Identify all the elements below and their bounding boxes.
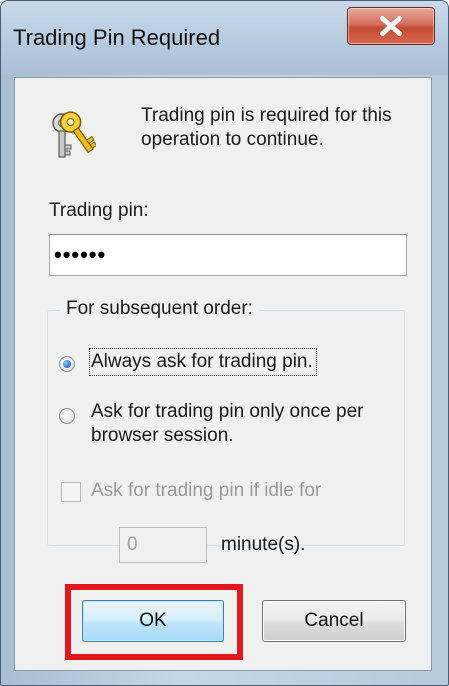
once-per-session-radio[interactable]	[59, 408, 75, 424]
info-message: Trading pin is required for this operati…	[141, 105, 392, 150]
idle-minutes-label: minute(s).	[221, 534, 306, 555]
idle-minutes-input[interactable]: 0	[119, 527, 207, 563]
dialog-window: Trading Pin Required Trading pin is requ…	[0, 0, 449, 686]
keys-icon	[52, 111, 96, 158]
always-ask-radio[interactable]	[59, 356, 75, 372]
dialog-body: Trading pin is required for this operati…	[14, 77, 432, 671]
title-bar[interactable]: Trading Pin Required	[1, 1, 448, 75]
close-icon	[380, 16, 402, 36]
always-ask-label[interactable]: Always ask for trading pin.	[89, 348, 317, 376]
trading-pin-label: Trading pin:	[49, 200, 149, 221]
subsequent-order-legend: For subsequent order:	[60, 298, 259, 320]
trading-pin-input[interactable]: ••••••	[49, 234, 407, 276]
idle-checkbox-label: Ask for trading pin if idle for	[91, 480, 322, 501]
cancel-button[interactable]: Cancel	[262, 600, 406, 642]
idle-checkbox[interactable]	[61, 482, 81, 502]
once-per-session-label[interactable]: Ask for trading pin only once per browse…	[91, 400, 391, 448]
window-title: Trading Pin Required	[13, 25, 221, 50]
close-button[interactable]	[347, 7, 435, 45]
ok-highlight-box	[65, 584, 243, 660]
